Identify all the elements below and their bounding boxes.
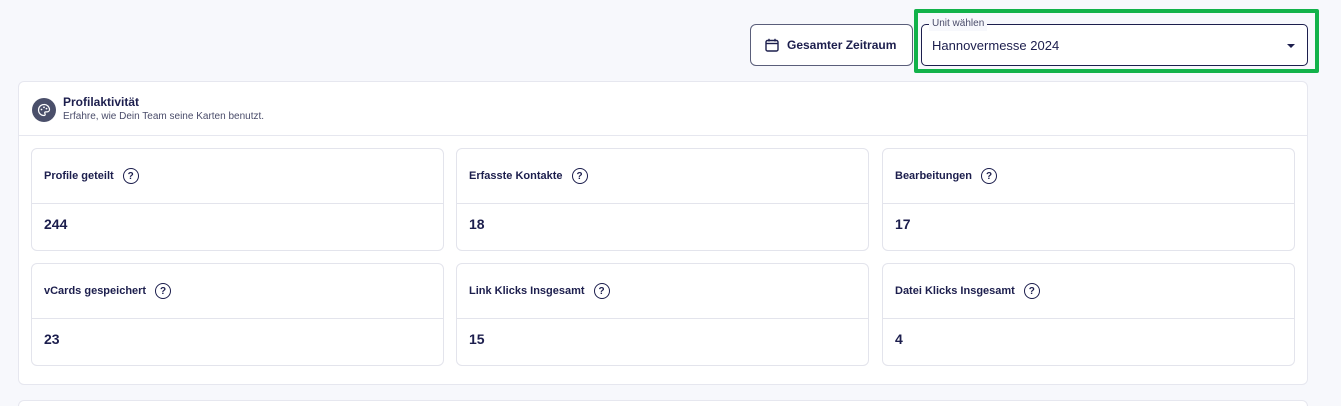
toolbar: Gesamter Zeitraum Hannovermesse 2024 Uni… (0, 0, 1341, 80)
stat-card-contacts-captured: Erfasste Kontakte ? 18 (456, 148, 869, 251)
stat-card-label: Datei Klicks Insgesamt (895, 285, 1015, 297)
stat-card-header: Bearbeitungen ? (883, 149, 1294, 204)
stat-card-value: 18 (469, 216, 485, 232)
help-icon[interactable]: ? (122, 168, 139, 184)
calendar-icon (765, 38, 779, 52)
stat-card-header: Link Klicks Insgesamt ? (457, 264, 868, 319)
stat-card-label: Link Klicks Insgesamt (469, 285, 585, 297)
date-range-button[interactable]: Gesamter Zeitraum (750, 24, 913, 66)
stat-card-label: Erfasste Kontakte (469, 170, 563, 182)
help-icon[interactable]: ? (571, 168, 588, 184)
stat-card-header: vCards gespeichert ? (32, 264, 443, 319)
stat-card-value: 15 (469, 331, 485, 347)
stat-card-value: 17 (895, 216, 911, 232)
stat-card-label: Bearbeitungen (895, 170, 973, 182)
stat-card-link-clicks: Link Klicks Insgesamt ? 15 (456, 263, 869, 366)
help-icon[interactable]: ? (981, 168, 998, 184)
stat-card-value: 244 (44, 216, 68, 232)
help-icon[interactable]: ? (155, 283, 172, 299)
stat-card-profiles-shared: Profile geteilt ? 244 (31, 148, 444, 251)
stat-card-header: Erfasste Kontakte ? (457, 149, 868, 204)
next-panel-edge (18, 400, 1308, 406)
stat-card-vcards-saved: vCards gespeichert ? 23 (31, 263, 444, 366)
panel-title: Profilaktivität (63, 95, 140, 109)
help-icon[interactable]: ? (1023, 283, 1040, 299)
unit-select-legend: Unit wählen (929, 17, 988, 31)
stat-card-edits: Bearbeitungen ? 17 (882, 148, 1295, 251)
date-range-label: Gesamter Zeitraum (787, 38, 897, 52)
panel-header: Profilaktivität Erfahre, wie Dein Team s… (19, 82, 1307, 136)
panel-subtitle: Erfahre, wie Dein Team seine Karten benu… (63, 111, 265, 122)
profile-activity-panel: Profilaktivität Erfahre, wie Dein Team s… (18, 81, 1308, 385)
stat-card-header: Datei Klicks Insgesamt ? (883, 264, 1294, 319)
stat-card-value: 4 (895, 331, 903, 347)
stat-card-label: Profile geteilt (44, 170, 114, 182)
stat-card-header: Profile geteilt ? (32, 149, 443, 204)
stat-card-file-clicks: Datei Klicks Insgesamt ? 4 (882, 263, 1295, 366)
chevron-down-icon[interactable] (1287, 44, 1295, 48)
palette-icon (32, 98, 56, 122)
help-icon[interactable]: ? (593, 283, 610, 299)
stat-card-label: vCards gespeichert (44, 285, 147, 297)
stat-card-value: 23 (44, 331, 60, 347)
unit-select-value: Hannovermesse 2024 (932, 38, 1060, 53)
